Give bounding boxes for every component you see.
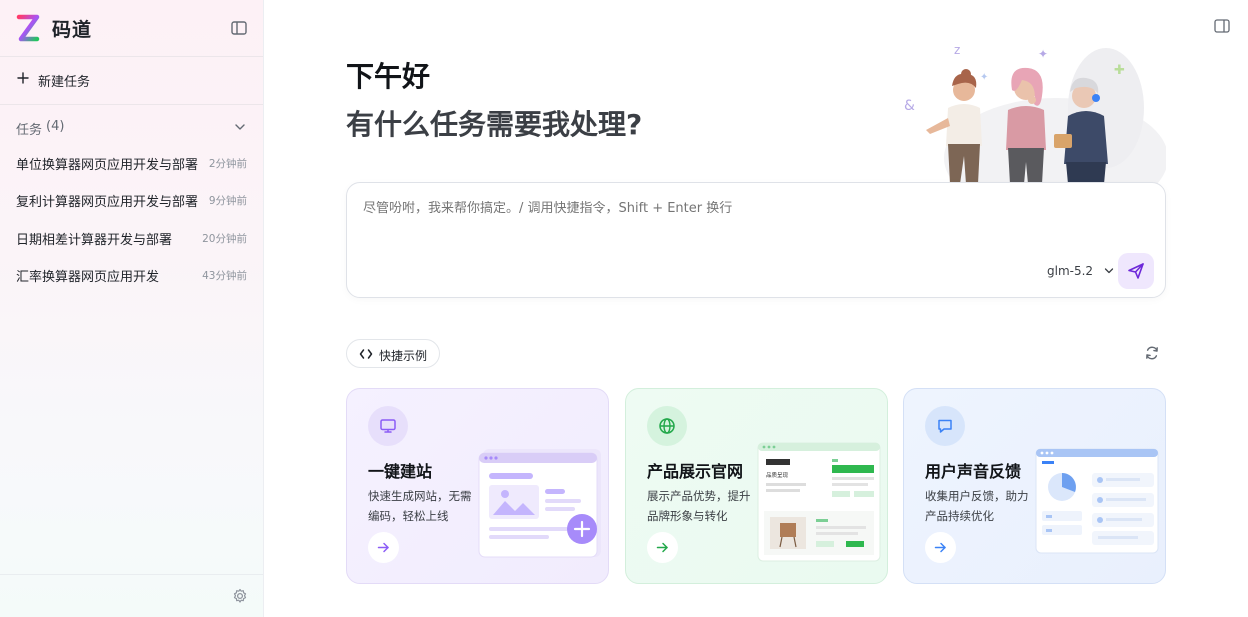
card-icon-badge [647,406,687,446]
gear-icon[interactable] [231,587,249,605]
example-card-feedback[interactable]: 用户声音反馈 收集用户反馈，助力产品持续优化 [903,388,1166,584]
code-icon [359,349,373,359]
example-card-website[interactable]: 一键建站 快速生成网站，无需编码，轻松上线 [346,388,609,584]
svg-text:✦: ✦ [1038,47,1048,61]
panel-toggle-icon[interactable] [1213,17,1231,35]
card-arrow-button[interactable] [925,532,956,563]
sidebar-header: 码道 [0,0,263,56]
tasks-section-label: 任务 [16,123,43,138]
examples-label: 快捷示例 [379,349,428,363]
card-icon-badge [368,406,408,446]
send-button[interactable] [1118,253,1154,289]
task-time: 2分钟前 [208,158,247,170]
plus-icon [17,72,29,84]
mockup-heading: 品质呈现 [766,471,789,479]
svg-text:&: & [904,98,915,114]
svg-text:z: z [954,43,960,57]
card-description: 展示产品优势，提升品牌形象与转化 [647,489,751,523]
tasks-count: (4) [46,119,65,134]
monitor-icon [380,419,396,433]
divider [0,104,263,105]
refresh-icon[interactable] [1144,345,1160,361]
arrow-right-icon [377,542,389,553]
task-time: 43分钟前 [202,270,247,282]
chat-icon [938,419,952,433]
globe-icon [659,418,675,434]
examples-pill[interactable]: 快捷示例 [346,339,440,368]
card-description: 快速生成网站，无需编码，轻松上线 [368,489,472,523]
task-time: 9分钟前 [208,195,247,207]
divider [0,56,263,57]
prompt-box: glm-5.2 [346,182,1166,298]
tasks-section-toggle[interactable]: 任务 (4) [0,114,263,140]
card-title: 用户声音反馈 [925,462,1022,481]
task-time: 20分钟前 [202,233,247,245]
task-item[interactable]: 日期相差计算器开发与部署 20分钟前 [0,220,263,254]
app-logo-icon [16,14,40,42]
model-select-value: glm-5.2 [1047,264,1094,278]
svg-text:✦: ✦ [980,72,988,83]
app-title: 码道 [52,19,93,41]
example-card-product-site[interactable]: 产品展示官网 展示产品优势，提升品牌形象与转化 品质呈现 [625,388,888,584]
card-description: 收集用户反馈，助力产品持续优化 [925,489,1029,523]
team-illustration: z ✦ ✚ ✦ & [904,43,1166,184]
sidebar: 码道 新建任务 任务 (4) 单位换算器网页应用开发与部署 2分钟前 复利计算器… [0,0,264,617]
product-site-mockup: 品质呈现 [757,442,881,562]
svg-text:✚: ✚ [1114,63,1125,78]
task-item[interactable]: 单位换算器网页应用开发与部署 2分钟前 [0,145,263,179]
new-task-button[interactable]: 新建任务 [0,64,263,96]
card-title: 一键建站 [368,462,433,481]
feedback-dashboard-mockup [1035,448,1159,554]
arrow-right-icon [656,542,668,553]
sidebar-collapse-icon[interactable] [229,18,249,38]
task-item[interactable]: 汇率换算器网页应用开发 43分钟前 [0,257,263,291]
card-title: 产品展示官网 [647,462,744,481]
divider [0,574,263,575]
new-task-label: 新建任务 [38,75,91,90]
card-icon-badge [925,406,965,446]
arrow-right-icon [934,542,946,553]
task-name: 复利计算器网页应用开发与部署 [16,195,199,210]
card-arrow-button[interactable] [647,532,678,563]
chevron-down-icon [1104,268,1114,274]
website-builder-mockup [478,449,601,558]
task-name: 单位换算器网页应用开发与部署 [16,158,199,173]
page-subtitle: 有什么任务需要我处理? [346,108,643,141]
send-icon [1128,263,1144,279]
task-item[interactable]: 复利计算器网页应用开发与部署 9分钟前 [0,182,263,216]
task-name: 日期相差计算器开发与部署 [16,233,173,248]
card-arrow-button[interactable] [368,532,399,563]
task-name: 汇率换算器网页应用开发 [16,270,160,285]
chevron-down-icon [235,124,245,130]
prompt-input[interactable] [363,201,1143,216]
greeting-heading: 下午好 [346,60,431,93]
